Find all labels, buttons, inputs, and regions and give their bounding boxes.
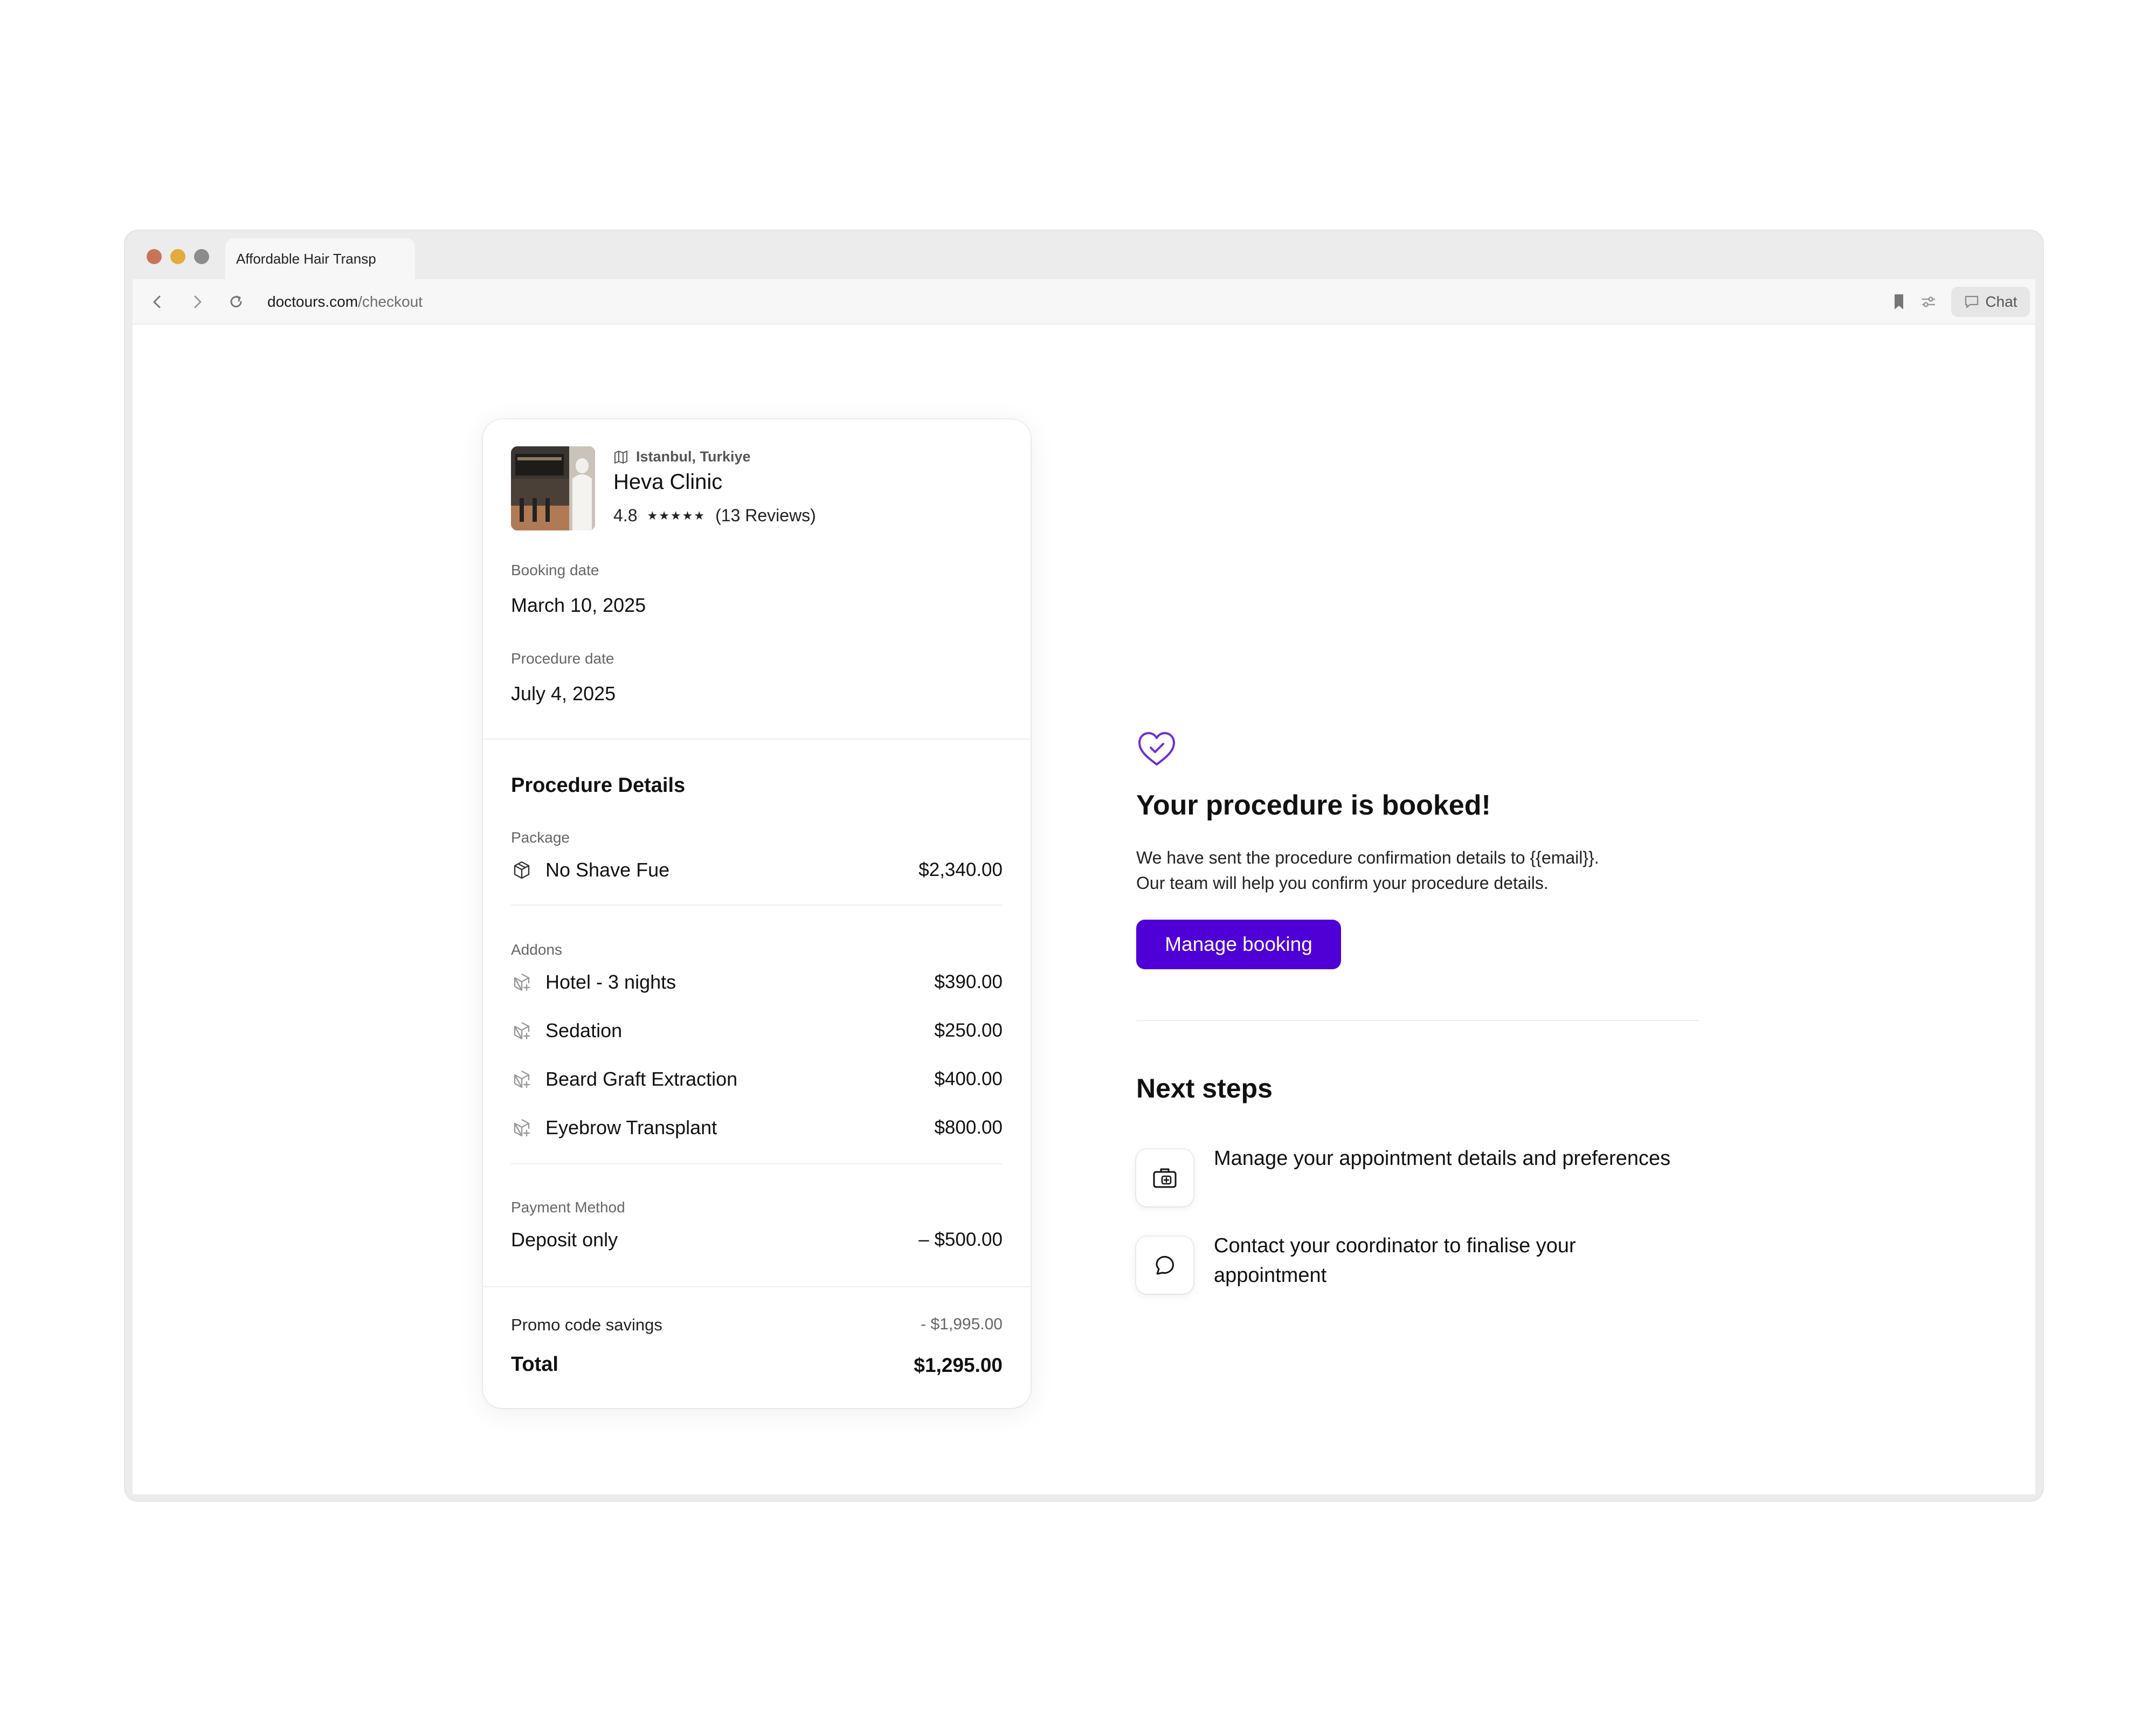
- package-box-icon: [514, 861, 530, 879]
- star-rating-icon: ★★★★★: [647, 508, 706, 522]
- clinic-name[interactable]: Heva Clinic: [613, 470, 722, 494]
- addon-price: $390.00: [934, 971, 1003, 992]
- addon-row: Eyebrow Transplant $800.00: [511, 1116, 1003, 1140]
- sliders-icon[interactable]: [1919, 292, 1938, 312]
- package-name: No Shave Fue: [545, 859, 670, 881]
- step-icon-container: [1136, 1237, 1193, 1294]
- review-count[interactable]: (13 Reviews): [715, 506, 816, 526]
- reload-icon[interactable]: [225, 291, 247, 313]
- addon-box-icon: [514, 973, 530, 991]
- confirmation-message-line: Our team will help you confirm your proc…: [1136, 873, 1549, 893]
- next-step-text: Contact your coordinator to finalise you…: [1214, 1234, 1576, 1287]
- promo-savings-value: - $1,995.00: [921, 1315, 1003, 1333]
- briefcase-icon: [1153, 1168, 1177, 1188]
- addon-name: Hotel - 3 nights: [545, 971, 676, 993]
- payment-row: Deposit only – $500.00: [511, 1228, 1003, 1252]
- clinic-rating: 4.8 ★★★★★ (13 Reviews): [613, 506, 816, 526]
- addon-price: $400.00: [934, 1068, 1003, 1089]
- total-label: Total: [511, 1353, 558, 1376]
- chat-bubble-icon: [1156, 1255, 1174, 1275]
- step-icon-container: [1136, 1149, 1193, 1206]
- card-divider: [483, 739, 1031, 740]
- addon-row: Beard Graft Extraction $400.00: [511, 1067, 1003, 1091]
- addon-price: $250.00: [934, 1020, 1003, 1041]
- procedure-date-value: July 4, 2025: [511, 682, 616, 705]
- address-bar[interactable]: doctours.com/checkout: [267, 279, 423, 325]
- confirmation-message-line: We have sent the procedure confirmation …: [1136, 848, 1599, 867]
- procedure-date-label: Procedure date: [511, 650, 614, 667]
- section-divider: [1136, 1020, 1699, 1021]
- addon-name: Eyebrow Transplant: [545, 1116, 717, 1138]
- minimize-window-button[interactable]: [170, 249, 185, 264]
- package-row: No Shave Fue $2,340.00: [511, 858, 1003, 882]
- close-window-button[interactable]: [147, 249, 162, 264]
- payment-method-name: Deposit only: [511, 1229, 618, 1251]
- rating-value: 4.8: [613, 506, 638, 525]
- manage-booking-button[interactable]: Manage booking: [1136, 920, 1341, 969]
- package-price: $2,340.00: [918, 859, 1003, 880]
- clinic-location: Istanbul, Turkiye: [613, 448, 751, 465]
- tab-title: Affordable Hair Transp: [236, 251, 376, 267]
- url-path: /checkout: [358, 293, 423, 310]
- payment-method-label: Payment Method: [511, 1199, 625, 1216]
- addon-box-icon: [514, 1022, 530, 1040]
- addon-name: Sedation: [545, 1019, 623, 1041]
- addon-box-icon: [514, 1070, 530, 1088]
- heart-check-icon: [1138, 732, 1175, 765]
- section-divider: [511, 905, 1003, 906]
- confirmation-message: We have sent the procedure confirmation …: [1136, 845, 1729, 896]
- addon-name: Beard Graft Extraction: [545, 1068, 738, 1090]
- back-arrow-icon[interactable]: [147, 291, 168, 313]
- addon-box-icon: [514, 1119, 530, 1137]
- tab-strip: Affordable Hair Transp: [125, 231, 2043, 279]
- forward-arrow-icon[interactable]: [186, 291, 208, 313]
- map-icon: [614, 450, 627, 464]
- section-divider: [511, 1163, 1003, 1164]
- payment-amount: – $500.00: [918, 1229, 1003, 1250]
- chat-label: Chat: [1985, 293, 2017, 310]
- booking-date-value: March 10, 2025: [511, 594, 646, 616]
- booking-date-label: Booking date: [511, 562, 599, 578]
- procedure-details-title: Procedure Details: [511, 774, 686, 797]
- promo-savings-label: Promo code savings: [511, 1315, 662, 1334]
- total-value: $1,295.00: [914, 1354, 1003, 1376]
- addon-price: $800.00: [934, 1117, 1003, 1138]
- browser-window: Affordable Hair Transp doctours.com/chec…: [125, 231, 2043, 1501]
- maximize-window-button[interactable]: [194, 249, 209, 264]
- chat-icon: [1965, 295, 1979, 308]
- next-step-text: Manage your appointment details and pref…: [1214, 1147, 1671, 1170]
- confirmation-title: Your procedure is booked!: [1136, 790, 1491, 821]
- next-steps-title: Next steps: [1136, 1073, 1273, 1103]
- card-divider: [483, 1286, 1031, 1287]
- url-domain: doctours.com: [267, 293, 358, 310]
- clinic-location-text: Istanbul, Turkiye: [636, 448, 751, 465]
- addon-row: Sedation $250.00: [511, 1019, 1003, 1043]
- chat-button[interactable]: Chat: [1951, 287, 2030, 317]
- page-content: Istanbul, Turkiye Heva Clinic 4.8 ★★★★★ …: [133, 325, 2035, 1494]
- bookmark-icon[interactable]: [1890, 292, 1908, 312]
- clinic-photo: [511, 446, 595, 530]
- browser-toolbar: doctours.com/checkout Chat: [133, 279, 2035, 325]
- package-label: Package: [511, 829, 570, 846]
- booking-summary-card: Istanbul, Turkiye Heva Clinic 4.8 ★★★★★ …: [483, 419, 1031, 1408]
- browser-tab[interactable]: Affordable Hair Transp: [225, 238, 415, 279]
- addon-row: Hotel - 3 nights $390.00: [511, 970, 1003, 994]
- addons-label: Addons: [511, 941, 562, 958]
